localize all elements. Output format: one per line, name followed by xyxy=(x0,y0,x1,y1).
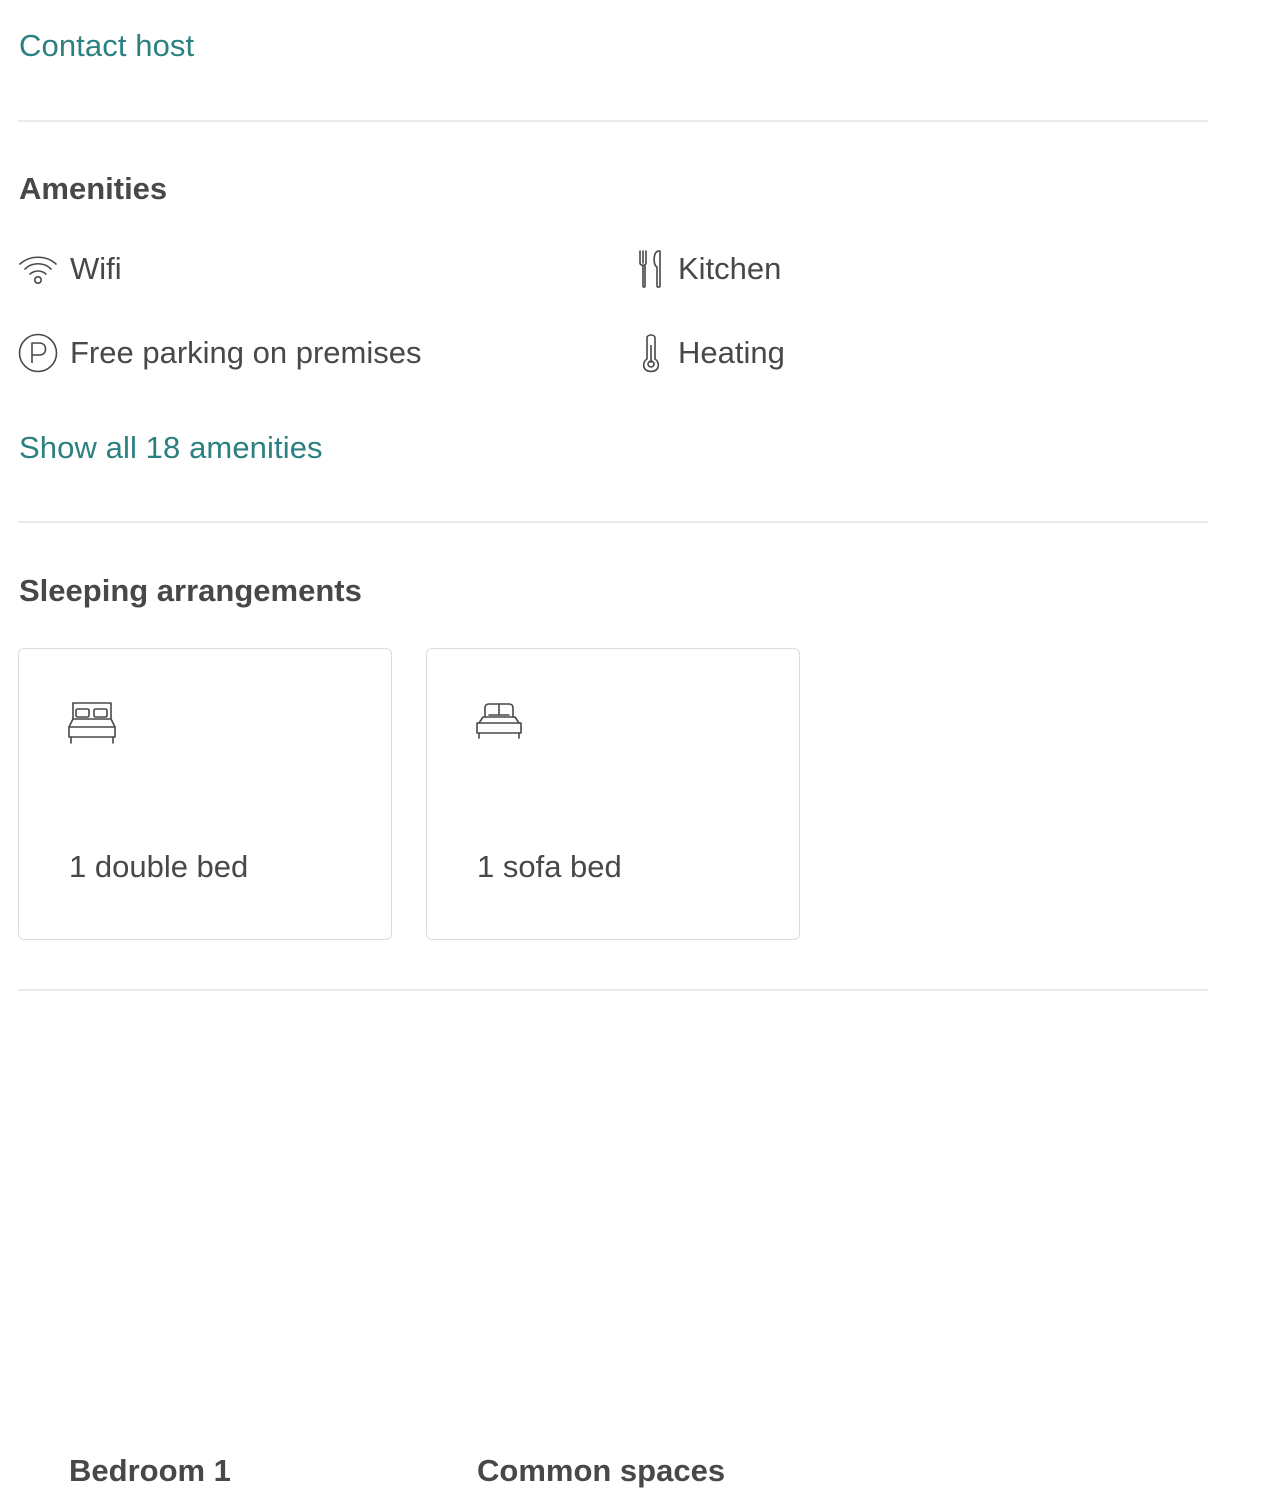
amenity-label: Heating xyxy=(678,335,785,370)
show-all-amenities-link[interactable]: Show all 18 amenities xyxy=(19,430,323,466)
amenity-heating: Heating xyxy=(634,332,785,374)
room-name: Common spaces xyxy=(477,1453,726,1488)
amenity-label: Kitchen xyxy=(678,251,782,286)
room-beds: 1 double bed xyxy=(69,849,249,884)
sofa-bed-icon xyxy=(475,699,527,747)
thermometer-icon xyxy=(634,332,668,374)
sleeping-arrangements-title: Sleeping arrangements xyxy=(19,573,362,608)
room-beds: 1 sofa bed xyxy=(477,849,622,884)
amenities-title: Amenities xyxy=(19,171,168,206)
double-bed-icon xyxy=(67,699,119,747)
parking-icon xyxy=(18,332,58,374)
amenity-wifi: Wifi xyxy=(18,248,122,290)
amenity-label: Free parking on premises xyxy=(70,335,422,370)
amenity-label: Wifi xyxy=(70,251,122,286)
amenity-parking: Free parking on premises xyxy=(18,332,422,374)
kitchen-icon xyxy=(634,248,668,290)
wifi-icon xyxy=(18,248,58,290)
room-name: Bedroom 1 xyxy=(69,1453,231,1488)
section-divider xyxy=(18,989,1208,991)
room-card-common-spaces: Common spaces 1 sofa bed xyxy=(426,648,800,1488)
room-card-bedroom: Bedroom 1 1 double bed xyxy=(18,648,392,1488)
amenity-kitchen: Kitchen xyxy=(634,248,781,290)
contact-host-link[interactable]: Contact host xyxy=(19,28,194,64)
section-divider xyxy=(18,120,1208,122)
section-divider xyxy=(18,521,1208,523)
